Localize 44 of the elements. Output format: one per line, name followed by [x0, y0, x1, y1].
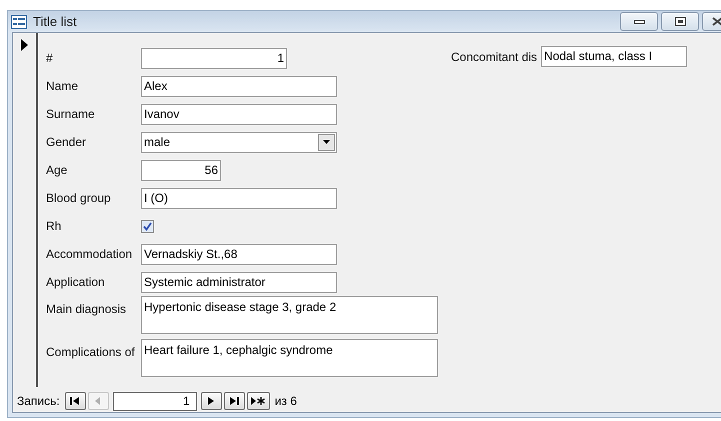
- input-field[interactable]: 56: [141, 160, 221, 180]
- field-label: Application: [45, 274, 106, 291]
- memo-field[interactable]: Heart failure 1, cephalgic syndrome: [141, 339, 438, 377]
- field-label: Name: [45, 78, 80, 95]
- field-label: Age: [45, 162, 68, 179]
- first-record-button[interactable]: [64, 392, 86, 410]
- input-field[interactable]: Alex: [141, 76, 337, 96]
- memo-field[interactable]: Hypertonic disease stage 3, grade 2: [141, 296, 438, 334]
- field-label: Blood group: [45, 190, 112, 207]
- next-record-button[interactable]: [200, 392, 222, 410]
- window-title: Title list: [33, 12, 77, 31]
- input-field[interactable]: 1: [141, 48, 287, 68]
- play-arrow-icon: [206, 396, 216, 406]
- field-label: Concomitant dis: [451, 48, 538, 66]
- close-icon: [712, 17, 721, 26]
- field-label: Gender: [45, 134, 88, 151]
- field-label: Rh: [45, 218, 62, 235]
- gender-dropdown[interactable]: male: [141, 132, 337, 152]
- form-icon: [11, 14, 27, 28]
- arrow-star-icon: [251, 396, 266, 406]
- skip-back-icon: [70, 396, 80, 406]
- field-label: Surname: [45, 106, 96, 123]
- minimize-icon: [634, 20, 644, 24]
- record-count: из 6: [274, 393, 297, 410]
- checkbox[interactable]: [141, 220, 154, 232]
- restore-icon: [674, 17, 686, 26]
- field-label: Complications of: [45, 344, 136, 361]
- last-record-button[interactable]: [224, 392, 245, 410]
- field-label: #: [45, 50, 54, 67]
- skip-forward-icon: [229, 396, 240, 406]
- input-field[interactable]: Ivanov: [141, 104, 337, 124]
- restore-button[interactable]: [661, 12, 699, 31]
- input-field[interactable]: Vernadskiy St.,68: [141, 244, 337, 264]
- dropdown-arrow-icon: [323, 140, 330, 144]
- input-field[interactable]: Systemic administrator: [141, 272, 337, 292]
- field-label: Accommodation: [45, 246, 134, 263]
- field-label: Main diagnosis: [45, 301, 128, 318]
- record-label: Запись:: [17, 393, 60, 410]
- input-field[interactable]: Nodal stuma, class I: [541, 46, 688, 67]
- record-pointer-icon: [21, 39, 28, 51]
- input-field[interactable]: I (O): [141, 188, 337, 208]
- new-record-button[interactable]: [246, 392, 270, 410]
- record-number-field[interactable]: 1: [112, 392, 197, 410]
- minimize-button[interactable]: [620, 12, 658, 31]
